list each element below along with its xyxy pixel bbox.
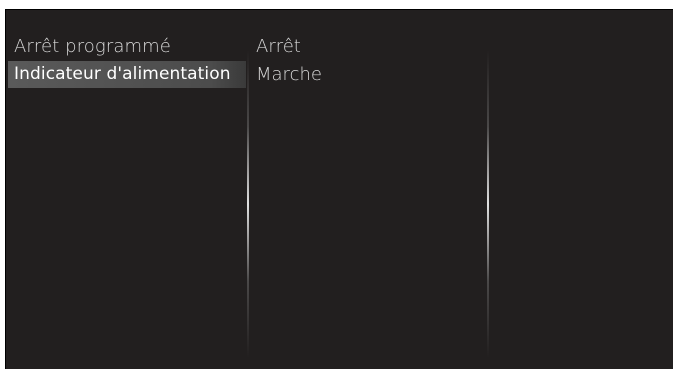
tv-settings-screen: Arrêt programmé Indicateur d'alimentatio… (5, 9, 673, 369)
empty-third-column (490, 10, 673, 369)
option-on[interactable]: Marche (256, 61, 322, 88)
settings-menu-column: Arrêt programmé Indicateur d'alimentatio… (6, 10, 246, 369)
option-off[interactable]: Arrêt (256, 33, 301, 60)
menu-item-power-indicator[interactable]: Indicateur d'alimentation (8, 61, 246, 88)
column-divider-right (487, 50, 489, 358)
menu-item-sleep-timer[interactable]: Arrêt programmé (8, 33, 171, 60)
options-column: Arrêt Marche (248, 10, 488, 369)
